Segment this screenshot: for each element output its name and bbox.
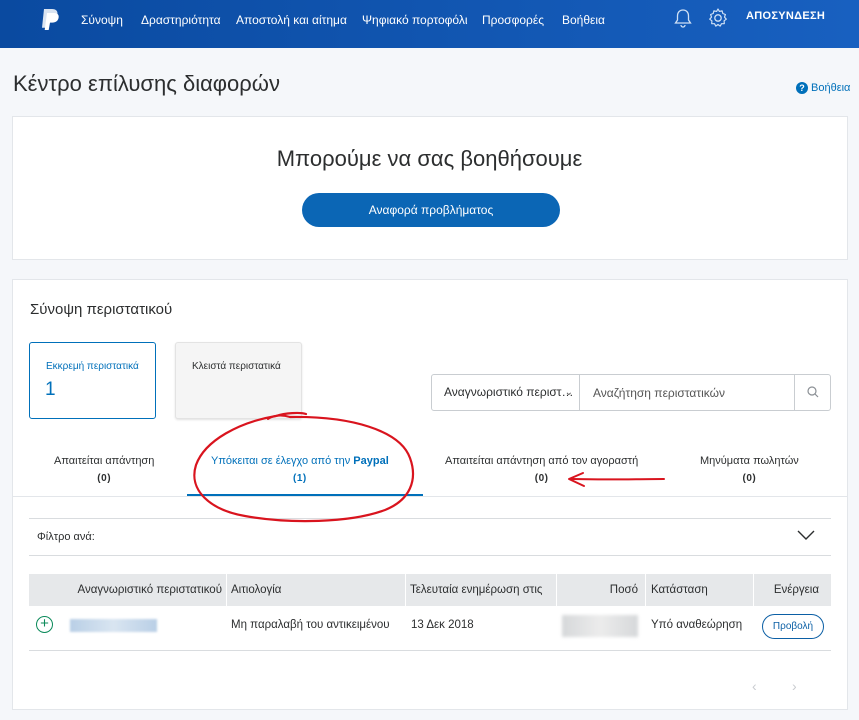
- col-case-id[interactable]: Αναγνωριστικό περιστατικού: [29, 574, 227, 606]
- page-title: Κέντρο επίλυσης διαφορών: [13, 71, 280, 96]
- case-search: Αναγνωριστικό περιστ… ⌄: [431, 374, 831, 411]
- table-row: + Μη παραλαβή του αντικειμένου 13 Δεκ 20…: [29, 606, 831, 651]
- search-button[interactable]: [794, 375, 830, 410]
- tab-response-required[interactable]: Απαιτείται απάντηση (0): [54, 452, 154, 488]
- search-field-select[interactable]: Αναγνωριστικό περιστ… ⌄: [432, 375, 580, 410]
- open-cases-count: 1: [45, 379, 56, 400]
- logout-link[interactable]: ΑΠΟΣΥΝΔΕΣΗ: [746, 10, 825, 22]
- cell-reason: Μη παραλαβή του αντικειμένου: [231, 619, 390, 631]
- tab-paypal-review[interactable]: Υπόκειται σε έλεγχο από την Paypal (1): [211, 452, 389, 488]
- col-action: Ενέργεια: [773, 584, 819, 596]
- tab-count: (0): [742, 473, 757, 484]
- tab-count: (0): [534, 473, 549, 484]
- help-link-label: Βοήθεια: [811, 82, 851, 94]
- search-field-select-value: Αναγνωριστικό περιστ…: [444, 385, 574, 399]
- closed-cases-label: Κλειστά περιστατικά: [192, 361, 281, 372]
- search-input[interactable]: [581, 375, 795, 410]
- paypal-logo-icon[interactable]: [39, 8, 61, 32]
- col-status[interactable]: Κατάσταση: [646, 574, 754, 606]
- tab-label: Υπόκειται σε έλεγχο από την Paypal: [211, 455, 389, 467]
- gear-icon[interactable]: [707, 7, 729, 29]
- help-heading: Μπορούμε να σας βοηθήσουμε: [276, 146, 583, 171]
- tab-count: (1): [293, 473, 307, 484]
- tab-count: (0): [97, 473, 112, 484]
- pager-next-icon[interactable]: ›: [792, 678, 797, 694]
- help-card: [12, 116, 848, 260]
- filter-label: Φίλτρο ανά:: [37, 531, 95, 543]
- view-case-button[interactable]: Προβολή: [762, 614, 824, 639]
- nav-item-activity[interactable]: Δραστηριότητα: [141, 12, 221, 28]
- pager-prev-icon[interactable]: ‹: [752, 678, 757, 694]
- bell-icon[interactable]: [672, 7, 694, 29]
- case-summary-title: Σύνοψη περιστατικού: [30, 301, 173, 318]
- closed-cases-box[interactable]: Κλειστά περιστατικά: [175, 342, 302, 419]
- nav-item-summary[interactable]: Σύνοψη: [81, 12, 123, 28]
- redacted-case-id: [70, 619, 157, 632]
- col-last-update[interactable]: Τελευταία ενημέρωση στις: [406, 574, 557, 606]
- nav-item-help[interactable]: Βοήθεια: [562, 12, 605, 28]
- tab-label: Μηνύματα πωλητών: [700, 455, 799, 467]
- nav-item-offers[interactable]: Προσφορές: [482, 12, 544, 28]
- help-icon: ?: [796, 82, 808, 94]
- filter-bar[interactable]: Φίλτρο ανά:: [29, 518, 831, 556]
- chevron-down-icon: ⌄: [564, 387, 573, 398]
- open-cases-label: Εκκρεμή περιστατικά: [46, 361, 139, 372]
- col-reason[interactable]: Αιτιολογία: [227, 574, 406, 606]
- top-nav: Σύνοψη Δραστηριότητα Αποστολή και αίτημα…: [0, 0, 859, 48]
- chevron-down-icon[interactable]: [797, 529, 815, 541]
- tab-label: Απαιτείται απάντηση: [54, 455, 155, 467]
- tab-buyer-response-required[interactable]: Απαιτείται απάντηση από τον αγοραστή (0): [445, 452, 638, 488]
- active-tab-indicator: [187, 494, 423, 496]
- table-header: Αναγνωριστικό περιστατικού Αιτιολογία Τε…: [29, 574, 831, 606]
- col-amount[interactable]: Ποσό: [557, 574, 646, 606]
- cell-last-update: 13 Δεκ 2018: [411, 619, 474, 631]
- cell-status: Υπό αναθεώρηση: [651, 619, 743, 631]
- open-cases-box[interactable]: Εκκρεμή περιστατικά 1: [29, 342, 156, 419]
- tab-label: Απαιτείται απάντηση από τον αγοραστή: [445, 455, 639, 467]
- nav-item-wallet[interactable]: Ψηφιακό πορτοφόλι: [362, 12, 468, 28]
- nav-item-send-request[interactable]: Αποστολή και αίτημα: [236, 12, 347, 28]
- redacted-amount: [562, 615, 638, 637]
- expand-row-icon[interactable]: +: [36, 616, 53, 633]
- search-icon: [807, 386, 819, 398]
- tab-seller-messages[interactable]: Μηνύματα πωλητών (0): [700, 452, 799, 488]
- help-link[interactable]: ? Βοήθεια: [796, 82, 850, 94]
- report-problem-button[interactable]: Αναφορά προβλήματος: [302, 193, 560, 227]
- tabs-divider: [13, 496, 847, 497]
